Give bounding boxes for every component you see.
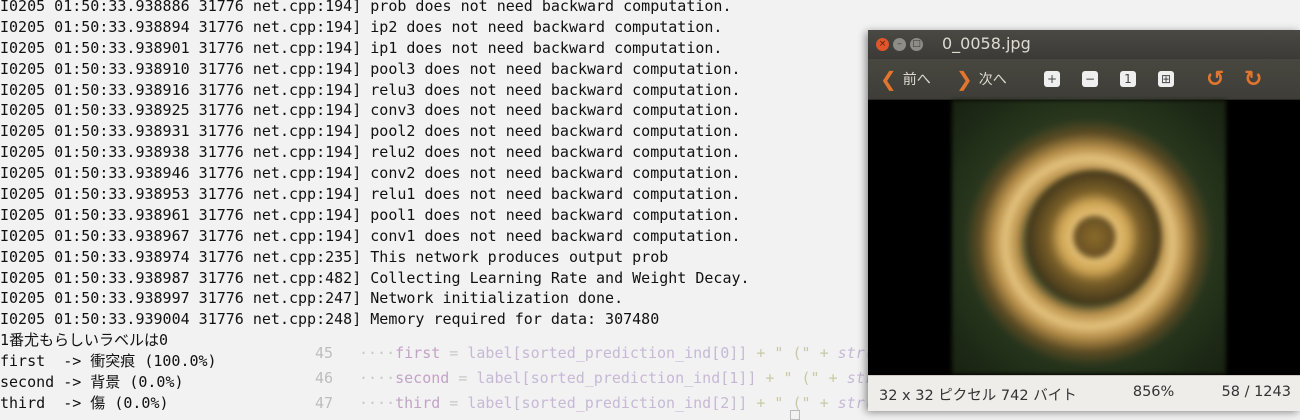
- image-info: 32 x 32 ピクセル 742 バイト: [879, 388, 1077, 404]
- minimize-button[interactable]: –: [893, 38, 906, 51]
- rotate-right-button[interactable]: ↻: [1244, 59, 1262, 99]
- zoom-out-icon: −: [1082, 71, 1098, 87]
- terminal-line: I0205 01:50:33.938931 31776 net.cpp:194]…: [0, 122, 741, 141]
- zoom-in-icon: +: [1044, 71, 1060, 87]
- editor-rest: + " (" +: [747, 344, 838, 362]
- editor-kw: third: [395, 394, 441, 412]
- terminal-line: I0205 01:50:33.938974 31776 net.cpp:235]…: [0, 247, 669, 266]
- editor-dots: ····: [359, 369, 396, 387]
- editor-line: 46 ····second = label[sorted_prediction_i…: [315, 366, 883, 391]
- editor-num: 45: [315, 344, 334, 362]
- zoom-fit-icon: ⊞: [1158, 71, 1174, 87]
- status-right: 856% 58 / 1243: [1133, 384, 1291, 400]
- maximize-button[interactable]: □: [910, 38, 923, 51]
- editor-eq: =: [449, 369, 477, 387]
- zoom-fit-button[interactable]: ⊞: [1158, 59, 1174, 99]
- editor-eq: =: [440, 394, 468, 412]
- next-label: 次へ: [978, 72, 1007, 88]
- terminal-line: I0205 01:50:33.938987 31776 net.cpp:482]…: [0, 268, 750, 287]
- editor-dots: ····: [359, 344, 396, 362]
- terminal-line: I0205 01:50:33.938910 31776 net.cpp:194]…: [0, 59, 741, 78]
- zoom-normal-button[interactable]: 1: [1120, 59, 1136, 99]
- terminal-line: I0205 01:50:33.939004 31776 net.cpp:248]…: [0, 310, 660, 329]
- image-position: 58 / 1243: [1221, 384, 1291, 400]
- close-button[interactable]: ×: [876, 38, 889, 51]
- editor-kw: first: [395, 344, 441, 362]
- zoom-normal-icon: 1: [1120, 71, 1136, 87]
- terminal-line: I0205 01:50:33.938997 31776 net.cpp:247]…: [0, 289, 624, 308]
- terminal-line: I0205 01:50:33.938961 31776 net.cpp:194]…: [0, 205, 741, 224]
- terminal-line: I0205 01:50:33.938938 31776 net.cpp:194]…: [0, 143, 741, 162]
- editor-rest: + " (" +: [756, 369, 847, 387]
- cursor-marker: [790, 410, 800, 420]
- terminal-line: I0205 01:50:33.938925 31776 net.cpp:194]…: [0, 101, 741, 120]
- image-viewer-window: × – □ 0_0058.jpg ❮ 前へ ❯ 次へ + − 1 ⊞ ↺ ↻ 3…: [868, 30, 1300, 411]
- window-title: 0_0058.jpg: [942, 34, 1031, 53]
- prev-label: 前へ: [902, 72, 931, 88]
- terminal-line: I0205 01:50:33.938886 31776 net.cpp:194]…: [0, 0, 732, 15]
- chevron-left-icon: ❮: [880, 67, 897, 91]
- editor-dots: ····: [359, 394, 396, 412]
- rotate-left-icon: ↺: [1206, 66, 1225, 92]
- zoom-in-button[interactable]: +: [1044, 59, 1060, 99]
- rotate-right-icon: ↻: [1244, 66, 1263, 92]
- terminal-line: I0205 01:50:33.938916 31776 net.cpp:194]…: [0, 80, 741, 99]
- editor-tx: label[sorted_prediction_ind[0]]: [467, 344, 748, 362]
- status-bar: 32 x 32 ピクセル 742 バイト 856% 58 / 1243: [868, 375, 1300, 411]
- terminal-line: I0205 01:50:33.938967 31776 net.cpp:194]…: [0, 226, 741, 245]
- editor-eq: =: [440, 344, 468, 362]
- image-canvas[interactable]: [868, 100, 1300, 375]
- chevron-right-icon: ❯: [956, 67, 973, 91]
- rotate-left-button[interactable]: ↺: [1206, 59, 1224, 99]
- editor-num: 46: [315, 369, 334, 387]
- editor-kw: second: [395, 369, 450, 387]
- terminal-line: I0205 01:50:33.938901 31776 net.cpp:194]…: [0, 38, 723, 57]
- editor-tx: label[sorted_prediction_ind[2]]: [467, 394, 748, 412]
- viewer-toolbar: ❮ 前へ ❯ 次へ + − 1 ⊞ ↺ ↻: [868, 59, 1300, 100]
- editor-num: 47: [315, 394, 334, 412]
- zoom-level: 856%: [1132, 384, 1175, 400]
- title-bar: × – □ 0_0058.jpg: [868, 30, 1300, 59]
- next-button[interactable]: ❯ 次へ: [956, 59, 1007, 99]
- terminal-line: I0205 01:50:33.938946 31776 net.cpp:194]…: [0, 164, 741, 183]
- editor-line: 45 ····first = label[sorted_prediction_in…: [315, 341, 874, 366]
- terminal-line: I0205 01:50:33.938894 31776 net.cpp:194]…: [0, 17, 723, 36]
- prev-button[interactable]: ❮ 前へ: [880, 59, 931, 99]
- displayed-image: [952, 100, 1226, 374]
- editor-tx: label[sorted_prediction_ind[1]]: [476, 369, 757, 387]
- terminal-line: I0205 01:50:33.938953 31776 net.cpp:194]…: [0, 185, 741, 204]
- zoom-out-button[interactable]: −: [1082, 59, 1098, 99]
